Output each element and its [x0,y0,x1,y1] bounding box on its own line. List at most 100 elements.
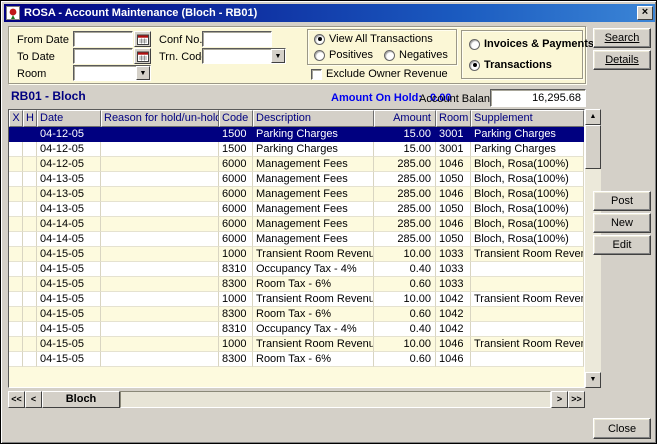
chevron-down-icon[interactable]: ▼ [136,66,150,80]
cell-room: 1046 [436,157,471,172]
table-row[interactable]: 04-15-058300Room Tax - 6%0.601046 [9,352,584,367]
table-row[interactable]: 04-15-058300Room Tax - 6%0.601042 [9,307,584,322]
cell-room: 1050 [436,172,471,187]
cell-room: 1033 [436,277,471,292]
cell-description: Transient Room Revenue [253,337,374,352]
transactions-radio[interactable]: Transactions [469,59,552,71]
cell-x [9,262,23,277]
conf-no-input[interactable] [202,31,272,47]
column-header-h[interactable]: H [23,110,37,127]
cell-reason [101,157,219,172]
table-row[interactable]: 04-15-051000Transient Room Revenue10.001… [9,247,584,262]
from-date-input[interactable] [73,31,133,47]
cell-room: 3001 [436,142,471,157]
cell-reason [101,202,219,217]
table-row[interactable]: 04-15-058310Occupancy Tax - 4%0.401033 [9,262,584,277]
new-button[interactable]: New [593,213,651,233]
cell-room: 1046 [436,187,471,202]
radio-icon[interactable] [314,34,325,45]
radio-icon[interactable] [384,50,395,61]
table-row[interactable]: 04-15-051000Transient Room Revenue10.001… [9,292,584,307]
cell-code: 6000 [219,202,253,217]
cell-description: Parking Charges [253,142,374,157]
column-header-date[interactable]: Date [37,110,101,127]
next-record-button[interactable]: > [551,391,568,408]
navigator-track[interactable] [120,391,551,408]
table-row[interactable]: 04-12-051500Parking Charges15.003001Park… [9,127,584,142]
cell-supplement: Bloch, Rosa(100%) [471,232,584,247]
edit-button[interactable]: Edit [593,235,651,255]
column-header-room[interactable]: Room [436,110,471,127]
title-bar[interactable]: ROSA - Account Maintenance (Bloch - RB01… [4,4,655,22]
column-header-x[interactable]: X [9,110,23,127]
cell-x [9,217,23,232]
cell-description: Occupancy Tax - 4% [253,262,374,277]
cell-h [23,352,37,367]
trn-code-dropdown[interactable]: ▼ [202,48,286,64]
column-header-supplement[interactable]: Supplement [471,110,584,127]
scrollbar-thumb[interactable] [585,125,601,169]
cell-room: 1050 [436,202,471,217]
radio-icon[interactable] [469,60,480,71]
table-row[interactable]: 04-15-058310Occupancy Tax - 4%0.401042 [9,322,584,337]
table-row[interactable]: 04-15-058300Room Tax - 6%0.601033 [9,277,584,292]
cell-supplement [471,322,584,337]
column-header-reason[interactable]: Reason for hold/un-hold [101,110,219,127]
grid-header: X H Date Reason for hold/un-hold Code De… [9,110,584,127]
negatives-radio[interactable]: Negatives [384,49,448,61]
cell-x [9,172,23,187]
last-record-button[interactable]: >> [568,391,585,408]
prev-record-button[interactable]: < [25,391,42,408]
table-row[interactable]: 04-12-051500Parking Charges15.003001Park… [9,142,584,157]
table-row[interactable]: 04-13-056000Management Fees285.001050Blo… [9,202,584,217]
cell-supplement: Parking Charges [471,127,584,142]
trn-code-label: Trn. Code [159,51,208,63]
cell-reason [101,352,219,367]
to-date-input[interactable] [73,48,133,64]
column-header-amount[interactable]: Amount [374,110,436,127]
scroll-down-icon[interactable]: ▼ [585,372,601,388]
radio-icon[interactable] [314,50,325,61]
cell-supplement: Parking Charges [471,142,584,157]
account-maintenance-window: ROSA - Account Maintenance (Bloch - RB01… [0,0,657,444]
table-row[interactable]: 04-15-051000Transient Room Revenue10.001… [9,337,584,352]
close-icon[interactable]: × [637,6,653,20]
close-button[interactable]: Close [593,418,651,439]
cell-code: 8300 [219,352,253,367]
room-dropdown[interactable]: ▼ [73,65,151,81]
cell-x [9,307,23,322]
account-balance-value: 16,295.68 [490,89,586,107]
grid-body: 04-12-051500Parking Charges15.003001Park… [9,127,584,367]
view-all-transactions-label: View All Transactions [329,33,433,45]
details-button[interactable]: Details [593,50,651,70]
cell-h [23,157,37,172]
chevron-down-icon[interactable]: ▼ [271,49,285,63]
search-button[interactable]: Search [593,28,651,48]
exclude-owner-revenue-checkbox[interactable]: Exclude Owner Revenue [311,68,448,80]
invoices-payments-radio[interactable]: Invoices & Payments [469,38,594,50]
positives-radio[interactable]: Positives [314,49,373,61]
table-row[interactable]: 04-13-056000Management Fees285.001050Blo… [9,172,584,187]
column-header-code[interactable]: Code [219,110,253,127]
cell-amount: 0.40 [374,322,436,337]
trn-code-value [203,53,205,65]
cell-supplement: Bloch, Rosa(100%) [471,202,584,217]
cell-room: 1033 [436,262,471,277]
column-header-description[interactable]: Description [253,110,374,127]
to-date-calendar-icon[interactable] [134,48,151,64]
negatives-label: Negatives [399,49,448,61]
table-row[interactable]: 04-13-056000Management Fees285.001046Blo… [9,187,584,202]
first-record-button[interactable]: << [8,391,25,408]
cell-room: 1042 [436,307,471,322]
from-date-calendar-icon[interactable] [134,31,151,47]
radio-icon[interactable] [469,39,480,50]
table-row[interactable]: 04-12-056000Management Fees285.001046Blo… [9,157,584,172]
scroll-up-icon[interactable]: ▲ [585,109,601,125]
post-button[interactable]: Post [593,191,651,211]
checkbox-icon[interactable] [311,69,322,80]
account-tab-bloch[interactable]: Bloch [42,391,120,408]
cell-date: 04-15-05 [37,247,101,262]
view-all-transactions-radio[interactable]: View All Transactions [314,33,433,45]
table-row[interactable]: 04-14-056000Management Fees285.001050Blo… [9,232,584,247]
table-row[interactable]: 04-14-056000Management Fees285.001046Blo… [9,217,584,232]
